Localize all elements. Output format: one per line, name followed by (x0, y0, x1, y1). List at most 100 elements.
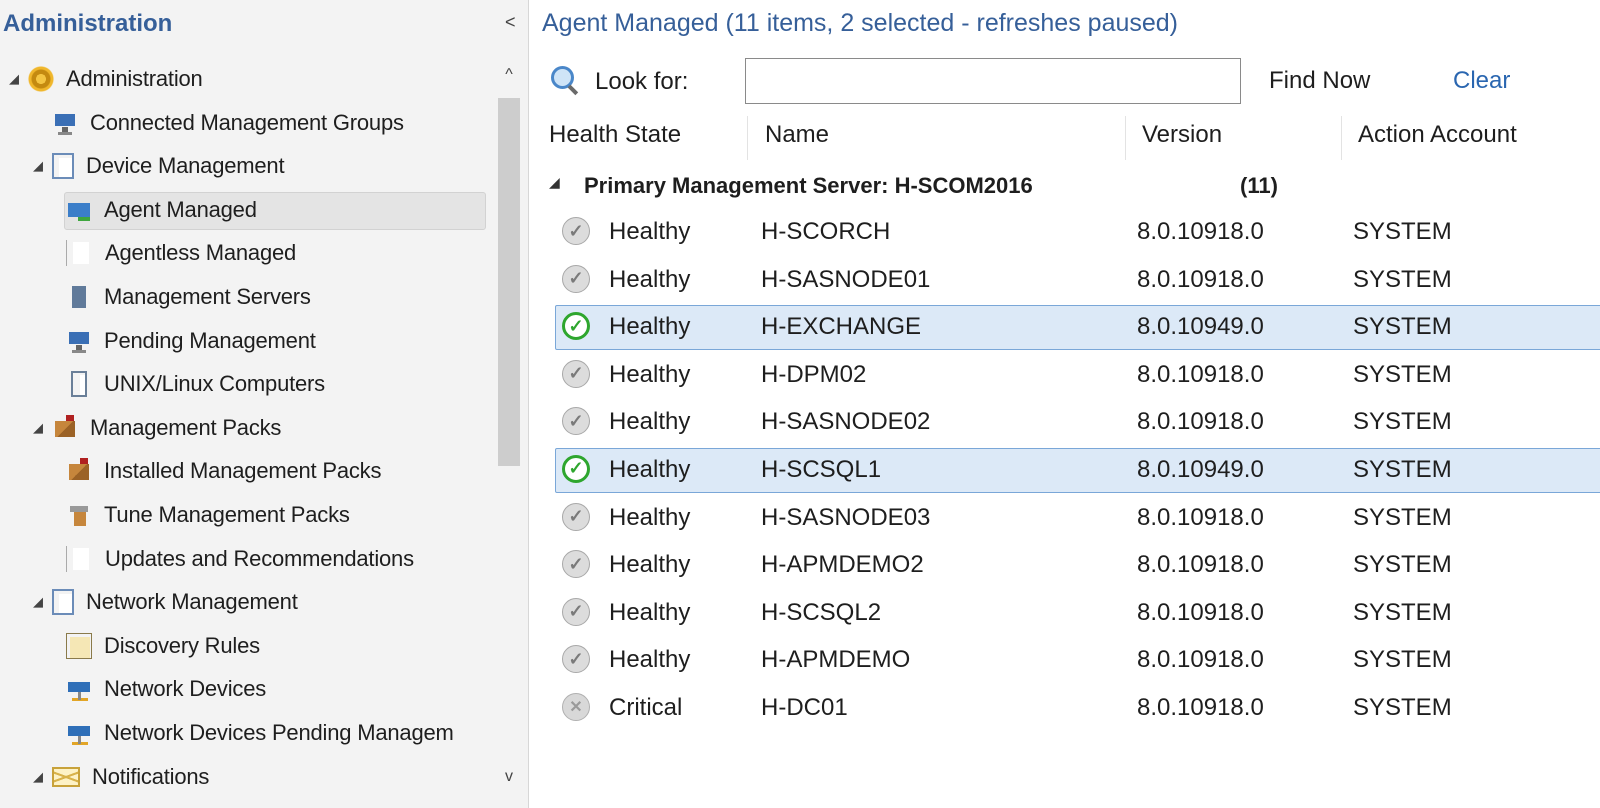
tree-item-label: Network Management (86, 589, 298, 615)
health-state-cell: Healthy (609, 265, 691, 293)
table-row[interactable]: ✓ Healthy H-EXCHANGE 8.0.10949.0 SYSTEM (529, 303, 1600, 351)
discovery-rules-icon (66, 632, 92, 659)
name-cell: H-APMDEMO (761, 646, 911, 674)
health-state-cell: Healthy (609, 313, 691, 341)
table-row[interactable]: ✓ Healthy H-SASNODE01 8.0.10918.0 SYSTEM (529, 256, 1600, 304)
version-cell: 8.0.10918.0 (1137, 503, 1264, 531)
column-divider[interactable] (747, 116, 748, 160)
healthy-status-icon: ✓ (562, 217, 590, 245)
column-header-version[interactable]: Version (1142, 110, 1222, 164)
column-header-name[interactable]: Name (765, 110, 829, 164)
action-account-cell: SYSTEM (1353, 408, 1452, 436)
clear-link[interactable]: Clear (1453, 67, 1510, 95)
healthy-status-icon: ✓ (562, 502, 590, 531)
tree-item-agent-managed[interactable]: Agent Managed (0, 190, 494, 230)
health-state-cell: Healthy (609, 408, 691, 436)
action-account-cell: SYSTEM (1353, 360, 1452, 388)
name-cell: H-SCORCH (761, 218, 891, 245)
expand-arrow-icon[interactable]: ◢ (24, 158, 52, 174)
table-row[interactable]: ✓ Healthy H-DPM02 8.0.10918.0 SYSTEM (529, 351, 1600, 399)
column-header-action-account[interactable]: Action Account (1358, 110, 1517, 164)
navigation-tree: ◢ Administration Connected Management Gr… (0, 59, 494, 800)
table-row[interactable]: ✓ Healthy H-SCSQL2 8.0.10918.0 SYSTEM (529, 589, 1600, 637)
expand-arrow-icon[interactable]: ◢ (24, 594, 52, 610)
tree-item-management-packs[interactable]: ◢ Management Packs (0, 408, 494, 448)
tree-item-agentless-managed[interactable]: Agentless Managed (0, 233, 494, 273)
nav-header: Administration < (0, 0, 528, 48)
installed-packs-icon (66, 458, 92, 485)
agentless-managed-icon (66, 240, 93, 267)
version-cell: 8.0.10918.0 (1137, 551, 1264, 579)
expand-arrow-icon[interactable]: ◢ (24, 769, 52, 785)
column-divider[interactable] (1341, 116, 1342, 160)
tree-item-pending-management[interactable]: Pending Management (0, 321, 494, 361)
column-header-health-state[interactable]: Health State (549, 110, 681, 164)
view-title-status: (11 items, 2 selected - refreshes paused… (718, 9, 1179, 37)
tree-item-label: Connected Management Groups (90, 109, 404, 135)
version-cell: 8.0.10918.0 (1137, 598, 1264, 626)
tree-item-updates-and-recommendations[interactable]: Updates and Recommendations (0, 539, 494, 579)
table-row[interactable]: ✓ Healthy H-APMDEMO2 8.0.10918.0 SYSTEM (529, 541, 1600, 589)
health-state-cell: Healthy (609, 503, 691, 531)
tree-item-notifications[interactable]: ◢ Notifications (0, 757, 494, 797)
gear-icon (28, 66, 54, 92)
healthy-status-icon: ✓ (562, 550, 590, 579)
tree-item-device-management[interactable]: ◢ Device Management (0, 146, 494, 186)
healthy-status-icon: ✓ (562, 645, 590, 674)
tree-item-installed-management-packs[interactable]: Installed Management Packs (0, 451, 494, 491)
find-now-button[interactable]: Find Now (1269, 67, 1370, 95)
group-label: Primary Management Server: H-SCOM2016 (584, 173, 1033, 198)
group-header-row[interactable]: ◢ Primary Management Server: H-SCOM2016 … (529, 164, 1600, 208)
version-cell: 8.0.10918.0 (1137, 218, 1264, 245)
healthy-status-icon: ✓ (562, 407, 590, 436)
network-management-icon (52, 589, 74, 616)
health-state-cell: Critical (609, 693, 683, 721)
tree-item-discovery-rules[interactable]: Discovery Rules (0, 626, 494, 666)
agent-managed-icon (66, 196, 92, 223)
management-servers-icon (66, 283, 92, 310)
tree-item-label: Installed Management Packs (104, 458, 382, 484)
view-title-main: Agent Managed (542, 9, 719, 37)
scrollbar-thumb[interactable] (498, 98, 520, 466)
collapse-arrow-icon[interactable]: ◢ (549, 174, 560, 191)
expand-arrow-icon[interactable]: ◢ (0, 71, 28, 87)
column-divider[interactable] (1125, 116, 1126, 160)
table-row[interactable]: ✓ Healthy H-SASNODE03 8.0.10918.0 SYSTEM (529, 494, 1600, 542)
unix-linux-icon (71, 371, 87, 398)
version-cell: 8.0.10949.0 (1137, 455, 1264, 483)
network-devices-icon (66, 676, 92, 703)
tree-item-connected-management-groups[interactable]: Connected Management Groups (0, 103, 494, 143)
tree-item-tune-management-packs[interactable]: Tune Management Packs (0, 495, 494, 535)
version-cell: 8.0.10949.0 (1137, 313, 1264, 341)
table-row[interactable]: ✓ Healthy H-SASNODE02 8.0.10918.0 SYSTEM (529, 398, 1600, 446)
tree-item-label: Device Management (86, 153, 285, 179)
name-cell: H-SASNODE03 (761, 503, 931, 531)
tree-item-label: Tune Management Packs (104, 501, 350, 527)
tree-item-label: Management Packs (90, 414, 282, 440)
tree-item-administration[interactable]: ◢ Administration (0, 59, 494, 99)
nav-scrollbar[interactable]: ^ v (494, 62, 524, 808)
tree-item-network-management[interactable]: ◢ Network Management (0, 582, 494, 622)
expand-arrow-icon[interactable]: ◢ (24, 420, 52, 436)
healthy-status-icon: ✓ (562, 597, 590, 626)
table-row[interactable]: ✓ Healthy H-SCSQL1 8.0.10949.0 SYSTEM (529, 446, 1600, 494)
table-row[interactable]: ✕ Critical H-DC01 8.0.10918.0 SYSTEM (529, 684, 1600, 732)
tree-item-network-devices[interactable]: Network Devices (0, 669, 494, 709)
device-management-icon (52, 153, 74, 180)
table-row[interactable]: ✓ Healthy H-SCORCH 8.0.10918.0 SYSTEM (529, 208, 1600, 256)
tree-item-management-servers[interactable]: Management Servers (0, 277, 494, 317)
tree-item-network-devices-pending-management[interactable]: Network Devices Pending Managem (0, 713, 494, 753)
name-cell: H-SCSQL1 (761, 455, 882, 483)
agent-grid: Health State Name Version Action Account… (529, 110, 1600, 732)
tree-item-unix-linux-computers[interactable]: UNIX/Linux Computers (0, 364, 494, 404)
scroll-up-icon[interactable]: ^ (494, 66, 524, 84)
collapse-pane-button[interactable]: < (505, 12, 516, 33)
action-account-cell: SYSTEM (1353, 598, 1452, 626)
scroll-down-icon[interactable]: v (494, 768, 524, 786)
tree-item-label: Updates and Recommendations (105, 545, 414, 571)
table-row[interactable]: ✓ Healthy H-APMDEMO 8.0.10918.0 SYSTEM (529, 636, 1600, 684)
grid-rows: ✓ Healthy H-SCORCH 8.0.10918.0 SYSTEM ✓ Health… (529, 208, 1600, 732)
pending-management-icon (66, 327, 92, 354)
search-input[interactable] (745, 58, 1241, 104)
tune-packs-icon (66, 501, 92, 528)
